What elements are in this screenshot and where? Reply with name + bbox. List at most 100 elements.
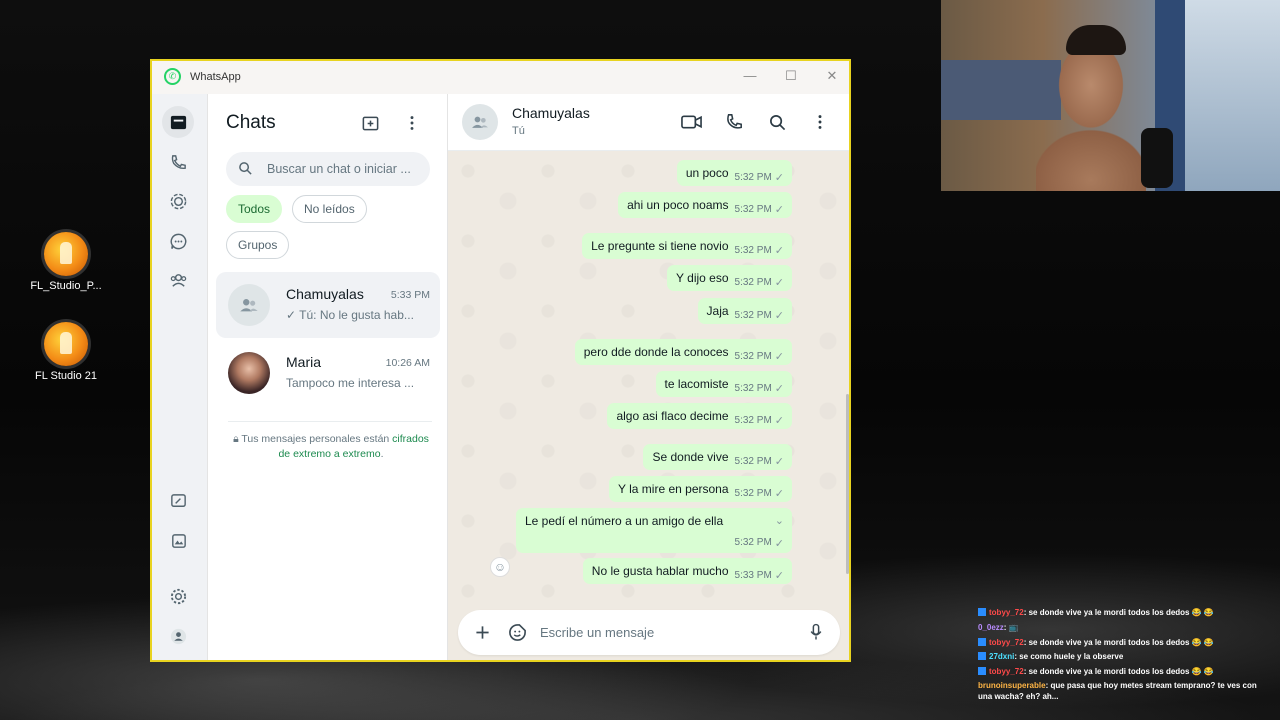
chat-name: Chamuyalas (286, 286, 364, 302)
message-bubble-hovered[interactable]: Le pedí el número a un amigo de ella ⌄ 5… (516, 508, 792, 553)
conversation-scrollbar[interactable] (846, 394, 849, 574)
message-text: Y la mire en persona (618, 482, 729, 496)
conversation-name: Chamuyalas (512, 105, 590, 121)
minimize-icon[interactable]: — (738, 66, 762, 86)
message-bubble[interactable]: un poco 5:32 PM ✓ (676, 160, 792, 186)
message-composer[interactable]: Escribe un mensaje (458, 610, 840, 655)
sent-check-icon: ✓ (774, 171, 784, 184)
stream-chat-overlay: tobyy_72: se donde vive ya le mordi todo… (978, 606, 1268, 702)
microphone-icon[interactable] (805, 621, 827, 643)
message-text: te lacomiste (664, 377, 729, 391)
sent-check-icon: ✓ (774, 203, 784, 216)
message-bubble[interactable]: Y dijo eso 5:32 PM ✓ (667, 265, 792, 291)
message-bubble[interactable]: Se donde vive 5:32 PM ✓ (643, 444, 792, 470)
stream-chat-user: tobyy_72 (989, 608, 1024, 617)
stream-chat-text: : se donde vive ya le mordi todos los de… (1023, 608, 1214, 617)
fl-studio-icon (44, 322, 88, 366)
message-bubble[interactable]: Le pregunte si tiene novio 5:32 PM ✓ (582, 233, 792, 259)
message-input-placeholder: Escribe un mensaje (540, 625, 655, 640)
stream-chat-user: 0_0ezz (978, 622, 1004, 632)
video-call-icon[interactable] (679, 110, 703, 134)
filter-chip-todos[interactable]: Todos (226, 195, 283, 223)
message-time: 5:32 PM (734, 487, 772, 499)
chat-list-item[interactable]: Maria 10:26 AM Tampoco me interesa ... (216, 340, 440, 406)
stream-chat-user: tobyy_72 (989, 637, 1024, 647)
message-text: Y dijo eso (676, 271, 729, 285)
emoji-reaction-icon[interactable]: ☺ (490, 557, 510, 577)
message-time: 5:32 PM (734, 276, 772, 288)
list-divider (228, 421, 432, 422)
maximize-icon[interactable]: ☐ (779, 66, 803, 86)
webcam-hair (1066, 25, 1126, 55)
fl-studio-icon (44, 232, 88, 276)
menu-kebab-icon[interactable] (400, 111, 424, 135)
close-icon[interactable]: ✕ (820, 66, 844, 86)
composer-area: Escribe un mensaje (448, 606, 849, 660)
whatsapp-logo-icon: ✆ (164, 68, 181, 85)
message-bubble[interactable]: Y la mire en persona 5:32 PM ✓ (609, 476, 792, 502)
stream-chat-user: 27dxni (989, 652, 1015, 662)
desktop-icon-fl-studio-21[interactable]: FL Studio 21 (26, 322, 106, 382)
chevron-down-icon[interactable]: ⌄ (775, 514, 784, 527)
chat-list-item[interactable]: Chamuyalas 5:33 PM ✓ Tú: No le gusta hab… (216, 272, 440, 338)
message-text: ahi un poco noams (627, 198, 729, 212)
message-text: Le pedí el número a un amigo de ella (525, 514, 724, 528)
attach-plus-icon[interactable] (471, 621, 493, 643)
message-text: un poco (685, 166, 729, 180)
message-text: No le gusta hablar mucho (591, 564, 729, 578)
stream-chat-line: tobyy_72: se donde vive ya le mordi todo… (978, 665, 1268, 680)
message-bubble[interactable]: No le gusta hablar mucho 5:33 PM ✓ (582, 558, 792, 584)
desktop-icon-label: FL_Studio_P... (30, 280, 102, 292)
encryption-notice: 🔒︎ Tus mensajes personales están cifrado… (226, 432, 436, 462)
message-bubble[interactable]: algo asi flaco decime 5:32 PM ✓ (607, 403, 792, 429)
group-avatar-icon (462, 104, 498, 140)
message-text: Jaja (706, 304, 729, 318)
sent-check-icon: ✓ (774, 487, 784, 500)
status-nav-icon[interactable] (162, 185, 194, 217)
chat-badge-icon (978, 667, 986, 676)
lock-icon: 🔒︎ (233, 433, 239, 445)
stream-chat-line: 27dxni: se como huele y la observe (978, 650, 1268, 665)
chats-nav-icon[interactable] (162, 106, 194, 138)
contact-photo-avatar (228, 352, 270, 394)
nav-rail (152, 94, 208, 660)
message-text: Se donde vive (652, 450, 729, 464)
new-chat-icon[interactable] (358, 111, 382, 135)
menu-kebab-icon[interactable] (808, 110, 832, 134)
filter-chip-no-leidos[interactable]: No leídos (292, 195, 367, 223)
message-bubble[interactable]: ahi un poco noams 5:32 PM ✓ (618, 192, 792, 218)
calls-nav-icon[interactable] (162, 146, 194, 178)
message-bubble[interactable]: te lacomiste 5:32 PM ✓ (655, 371, 792, 397)
stream-chat-line: 0_0ezz: 📺 (978, 621, 1268, 636)
stream-chat-line: tobyy_72: se donde vive ya le mordi todo… (978, 636, 1268, 651)
chat-time: 10:26 AM (385, 357, 430, 369)
message-text: algo asi flaco decime (616, 409, 729, 423)
chat-preview: ✓ Tú: No le gusta hab... (286, 308, 414, 322)
chat-badge-icon (978, 652, 986, 661)
stream-chat-text: : se como huele y la observe (1014, 652, 1124, 662)
search-input[interactable]: Buscar un chat o iniciar ... (226, 152, 430, 186)
webcam-microphone (1141, 128, 1173, 188)
profile-avatar-icon[interactable] (162, 620, 194, 652)
message-bubble[interactable]: Jaja 5:32 PM ✓ (697, 298, 792, 324)
conversation-header[interactable]: Chamuyalas Tú (448, 94, 849, 151)
desktop-icon-fl-studio-p[interactable]: FL_Studio_P... (26, 232, 106, 292)
voice-call-icon[interactable] (722, 110, 746, 134)
meta-ai-nav-icon[interactable] (162, 485, 194, 517)
message-time: 5:32 PM (734, 537, 772, 548)
sent-check-icon: ✓ (774, 350, 784, 363)
stream-chat-text: : se donde vive ya le mordi todos los de… (1023, 637, 1214, 647)
chat-name: Maria (286, 354, 322, 370)
channels-nav-icon[interactable] (162, 225, 194, 257)
settings-gear-icon[interactable] (162, 580, 194, 612)
sticker-emoji-icon[interactable] (506, 621, 528, 643)
sent-check-icon: ✓ (774, 414, 784, 427)
message-meta: 5:32 PM ✓ (735, 537, 784, 550)
encryption-text: Tus mensajes personales están (241, 433, 390, 445)
media-gallery-icon[interactable] (162, 525, 194, 557)
sent-check-icon: ✓ (774, 382, 784, 395)
message-bubble[interactable]: pero dde donde la conoces 5:32 PM ✓ (574, 339, 792, 365)
communities-nav-icon[interactable] (162, 264, 194, 296)
filter-chip-grupos[interactable]: Grupos (226, 231, 290, 259)
search-icon[interactable] (765, 110, 789, 134)
